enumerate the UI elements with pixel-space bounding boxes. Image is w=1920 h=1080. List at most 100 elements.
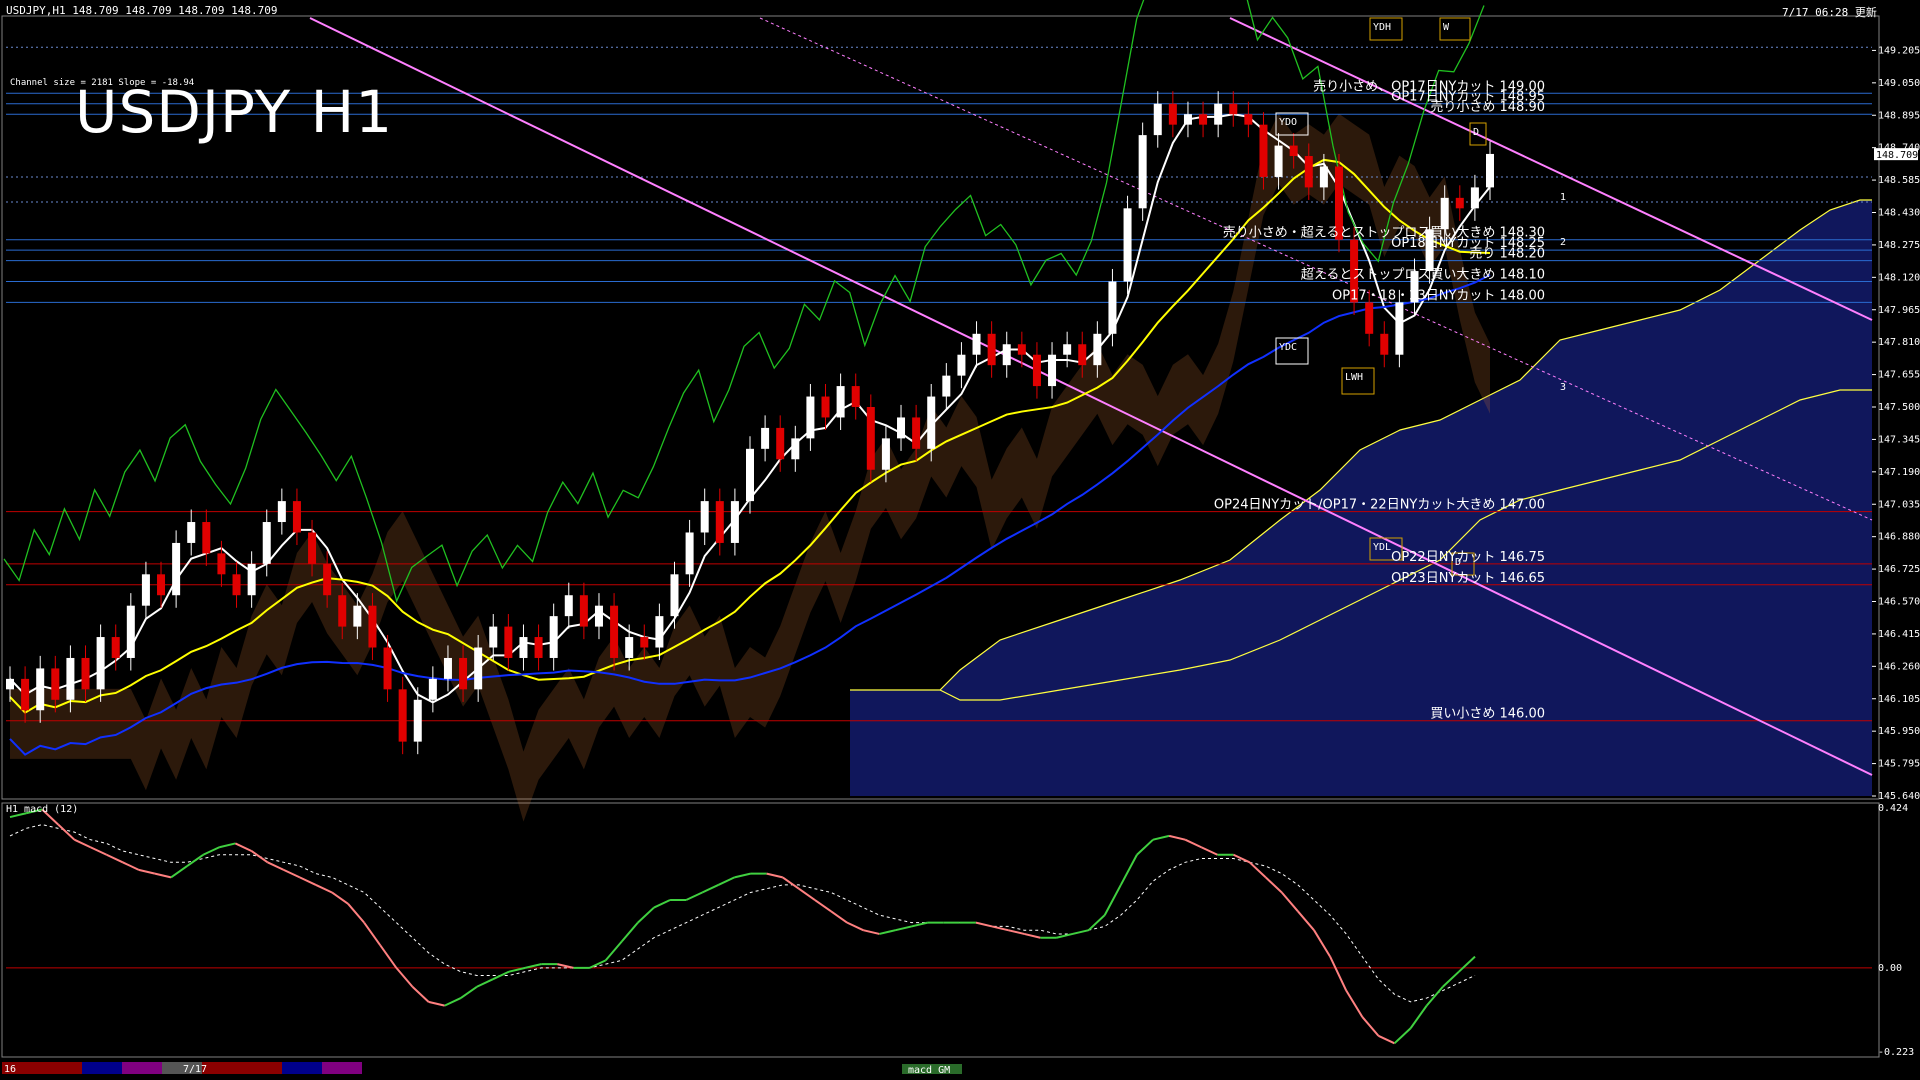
candle-body: [1123, 208, 1132, 282]
axis-tick-label: 146.725: [1878, 564, 1920, 575]
candle-body: [625, 637, 634, 658]
candle-body: [217, 553, 226, 575]
candle-body: [187, 522, 196, 543]
level-label: 買い小さめ 146.00: [1430, 707, 1545, 722]
axis-tick-label: 147.190: [1878, 467, 1920, 478]
candle-body: [670, 574, 679, 617]
candle-body: [1365, 302, 1374, 334]
candle-body: [36, 668, 45, 711]
candle-body: [761, 427, 770, 449]
ohlc-box-label: LWH: [1345, 372, 1363, 383]
candle-body: [1289, 145, 1298, 157]
candle: [866, 394, 875, 483]
axis-tick-label: 146.570: [1878, 597, 1920, 608]
candle-body: [791, 438, 800, 460]
candle-body: [1229, 103, 1238, 115]
candle-body: [1168, 103, 1177, 125]
ohlc-box-label: D: [1473, 127, 1479, 138]
candle-body: [111, 637, 120, 658]
candle-body: [247, 563, 256, 596]
price-chart[interactable]: YDH WYDODYDCLWHYDLD123 売り小さめ、OP17日NYカット 1…: [0, 0, 1920, 1080]
candle-body: [1455, 197, 1464, 209]
candle: [1123, 195, 1132, 295]
axis-tick-label: 148.120: [1878, 272, 1920, 283]
axis-tick-label: 147.500: [1878, 402, 1920, 413]
candle-body: [459, 657, 468, 690]
candle-body: [428, 678, 437, 700]
candle-body: [881, 438, 890, 470]
candle-body: [534, 637, 543, 658]
candle-body: [232, 574, 241, 596]
candle-body: [1153, 103, 1162, 136]
ohlc-box-label: YDH: [1373, 22, 1391, 33]
axis-tick-label: 147.035: [1878, 499, 1920, 510]
candle-body: [851, 386, 860, 407]
axis-tick-label: 149.205: [1878, 45, 1920, 56]
current-price-label: 148.709: [1876, 150, 1918, 161]
candle-body: [1002, 344, 1011, 366]
axis-tick-label: 145.795: [1878, 759, 1920, 770]
level-label: OP24日NYカット/OP17・22日NYカット大きめ 147.00: [1214, 498, 1545, 513]
candle-body: [730, 501, 739, 543]
candle-body: [1274, 145, 1283, 177]
candle-body: [81, 657, 90, 690]
candle-body: [594, 605, 603, 627]
candle-body: [866, 407, 875, 470]
candle-body: [715, 501, 724, 543]
axis-tick-label: 146.880: [1878, 532, 1920, 543]
level-label: OP17・18・23日NYカット 148.00: [1332, 288, 1545, 303]
candle-body: [1048, 354, 1057, 387]
candle-body: [398, 689, 407, 742]
candle-body: [1395, 302, 1404, 355]
candle-body: [262, 522, 271, 564]
candle-body: [685, 532, 694, 575]
candle-body: [1470, 187, 1479, 209]
candle-body: [806, 396, 815, 439]
macd-axis-label: -0.223: [1878, 1047, 1914, 1058]
macd-label: H1 macd (12): [6, 804, 79, 815]
axis-tick-label: 146.105: [1878, 694, 1920, 705]
axis-tick-label: 148.895: [1878, 110, 1920, 121]
candle-body: [1078, 344, 1087, 366]
candle-body: [655, 616, 664, 648]
candle-body: [987, 333, 996, 366]
axis-tick-label: 145.950: [1878, 726, 1920, 737]
candle-body: [368, 605, 377, 648]
candle-body: [443, 657, 452, 679]
candle-body: [126, 605, 135, 658]
candle-body: [353, 605, 362, 627]
axis-tick-label: 148.275: [1878, 240, 1920, 251]
candle-body: [157, 574, 166, 596]
candle-body: [1063, 344, 1072, 355]
candle-body: [66, 657, 75, 700]
ohlc-box-label: YDL: [1373, 542, 1391, 553]
target-label: 3: [1560, 382, 1566, 393]
candle-body: [504, 626, 513, 658]
candle-body: [1214, 103, 1223, 125]
candle-body: [579, 595, 588, 627]
candle-body: [746, 448, 754, 502]
symbol-info: USDJPY,H1 148.709 148.709 148.709 148.70…: [6, 4, 278, 17]
candle-body: [912, 417, 921, 449]
candle-body: [1259, 124, 1268, 177]
axis-tick-label: 145.640: [1878, 791, 1920, 802]
bottom-date-left: 16: [4, 1064, 16, 1075]
level-label: OP23日NYカット 146.65: [1391, 571, 1545, 586]
target-label: 1: [1560, 192, 1566, 203]
axis-tick-label: 149.050: [1878, 78, 1920, 89]
candle-body: [821, 396, 830, 418]
candle-body: [277, 501, 286, 523]
candle-body: [1304, 156, 1313, 188]
candle-body: [383, 647, 392, 690]
axis-tick-label: 146.260: [1878, 661, 1920, 672]
axis-tick-label: 147.810: [1878, 337, 1920, 348]
candle-body: [308, 532, 317, 564]
candle-body: [1380, 333, 1389, 355]
candle-body: [1183, 114, 1192, 125]
candle-body: [338, 595, 347, 627]
candle-body: [1440, 197, 1449, 230]
candle-body: [1138, 135, 1147, 209]
candle-body: [1093, 333, 1102, 366]
ohlc-box-label: W: [1443, 22, 1450, 33]
candle-body: [836, 386, 845, 418]
